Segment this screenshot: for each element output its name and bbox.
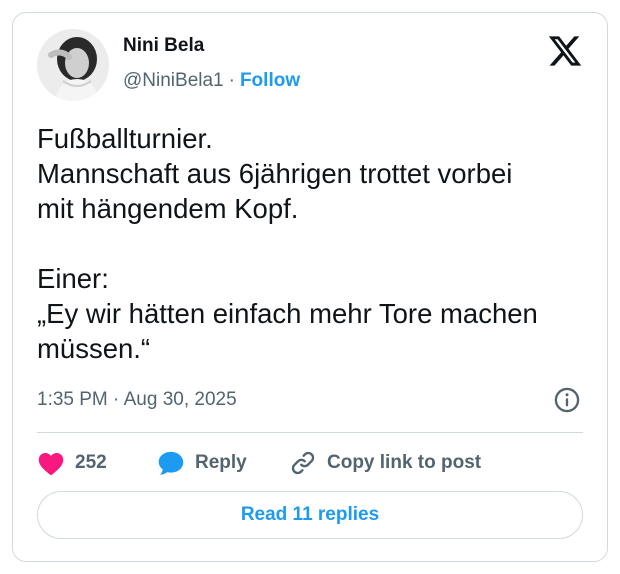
tweet-card: Nini Bela @NiniBela1 · Follow Fußballturni… (12, 12, 608, 562)
like-count: 252 (75, 452, 107, 473)
user-display-name[interactable]: Nini Bela (123, 35, 204, 57)
action-bar: 252 Reply Copy link to post (37, 445, 481, 481)
tweet-line: „Ey wir hätten einfach mehr Tore machen (37, 298, 538, 329)
read-replies-button[interactable]: Read 11 replies (37, 491, 583, 539)
speech-bubble-icon (158, 451, 184, 475)
reply-button[interactable]: Reply (157, 450, 289, 476)
info-icon[interactable] (553, 386, 581, 414)
meta-separator: · (113, 389, 120, 410)
tweet-time: 1:35 PM (37, 389, 108, 410)
reply-label: Reply (195, 452, 247, 473)
tweet-line: müssen.“ (37, 333, 151, 364)
like-button[interactable]: 252 (37, 450, 157, 476)
tweet-timestamp[interactable]: 1:35 PM · Aug 30, 2025 (37, 389, 237, 411)
copy-link-button[interactable]: Copy link to post (289, 449, 481, 477)
tweet-line: Einer: (37, 263, 109, 294)
handle-row: @NiniBela1 · Follow (123, 70, 300, 92)
handle-separator: · (228, 70, 235, 91)
x-logo-icon[interactable] (547, 33, 583, 69)
tweet-line: Fußballturnier. (37, 123, 213, 154)
tweet-line: mit hängendem Kopf. (37, 193, 299, 224)
tweet-text: Fußballturnier. Mannschaft aus 6jährigen… (37, 121, 597, 366)
divider (37, 432, 583, 433)
follow-button[interactable]: Follow (240, 70, 300, 91)
avatar-photo (37, 29, 109, 101)
user-handle[interactable]: @NiniBela1 (123, 70, 224, 91)
copy-link-label: Copy link to post (327, 452, 482, 473)
tweet-date: Aug 30, 2025 (123, 389, 237, 410)
link-icon (291, 451, 315, 475)
tweet-line: Mannschaft aus 6jährigen trottet vorbei (37, 158, 513, 189)
heart-icon (38, 452, 64, 476)
avatar[interactable] (37, 29, 109, 101)
